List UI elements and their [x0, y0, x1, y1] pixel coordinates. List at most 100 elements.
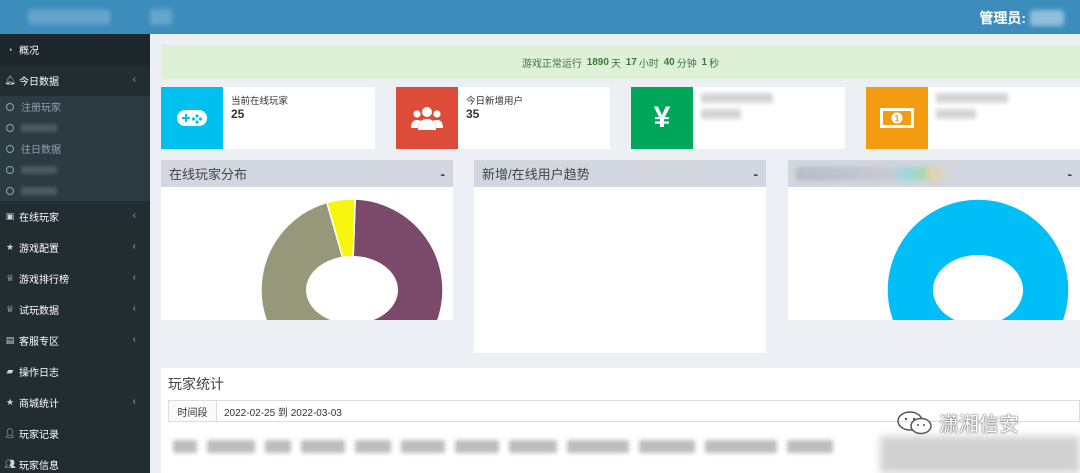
sidebar-item-label: 今日数据: [19, 77, 59, 88]
circle-icon: [6, 123, 14, 132]
sidebar-item-label: 游戏配置: [19, 244, 59, 255]
watermark-text: 潇湘信安: [939, 414, 1019, 436]
sidebar-item-shop-stats[interactable]: ★ 商城统计 ‹: [0, 387, 150, 418]
folder-icon: ▰: [6, 366, 14, 376]
sidebar-item-label: 游戏排行榜: [19, 275, 69, 286]
sidebar-item-online-players[interactable]: ▣ 在线玩家 ‹: [0, 201, 150, 232]
sidebar-item-player-records[interactable]: 👤︎ 玩家记录: [0, 418, 150, 449]
sidebar-item-game-config[interactable]: ★ 游戏配置 ‹: [0, 232, 150, 263]
uptime-days-unit: 天: [610, 58, 621, 70]
redacted-value: [936, 109, 976, 119]
panel-header: -: [788, 160, 1080, 187]
sidebar-toggle[interactable]: [150, 9, 172, 25]
sidebar-item-label: 概况: [19, 46, 39, 57]
sidebar-subitem-hidden-2[interactable]: [0, 159, 150, 180]
uptime-minutes: 40: [663, 56, 675, 68]
star-icon: ★: [5, 397, 15, 407]
uptime-seconds-unit: 秒: [709, 58, 720, 70]
info-box-revenue: ¥: [631, 87, 845, 149]
sidebar-subitem-hidden-3[interactable]: [0, 180, 150, 201]
sidebar-subitem-label: 往日数据: [21, 145, 61, 156]
redacted-label: [21, 123, 57, 132]
date-range-label: 时间段: [169, 401, 217, 421]
chevron-left-icon: ‹: [132, 74, 136, 85]
sidebar-item-leaderboard[interactable]: ♕ 游戏排行榜 ‹: [0, 263, 150, 294]
chart-area: [161, 187, 453, 320]
info-box-value: 25: [231, 107, 245, 121]
info-box-online-players: 当前在线玩家 25: [161, 87, 375, 149]
admin-user-menu[interactable]: 管理员:: [979, 8, 1064, 28]
redacted-donut-chart: [886, 198, 1070, 320]
users-icon: 👥︎: [4, 459, 16, 469]
sidebar: ◔ 概况 🔔︎ 今日数据 ‹ 注册玩家 往日数据 ▣ 在线玩家 ‹ ★ 游戏配置…: [0, 34, 150, 473]
app-logo[interactable]: [28, 10, 110, 24]
sidebar-item-label: 在线玩家: [19, 213, 59, 224]
sidebar-subitem-register[interactable]: 注册玩家: [0, 96, 150, 117]
admin-label: 管理员:: [979, 10, 1026, 26]
inbox-icon: ▤: [5, 335, 15, 345]
sidebar-item-label: 商城统计: [19, 399, 59, 410]
uptime-seconds: 1: [701, 56, 708, 68]
collapse-button[interactable]: -: [1067, 166, 1072, 182]
uptime-notice: 游戏正常运行 1890 天 17 小时 40 分钟 1 秒: [161, 45, 1080, 79]
uptime-minutes-unit: 分钟: [676, 58, 697, 70]
sidebar-item-operation-log[interactable]: ▰ 操作日志: [0, 356, 150, 387]
redacted-label: [936, 93, 1008, 103]
sidebar-subitem-hidden-1[interactable]: [0, 117, 150, 138]
bell-icon: 🔔︎: [4, 75, 16, 85]
redacted-label: [21, 165, 57, 174]
redacted-label: [701, 93, 773, 103]
sidebar-item-label: 试玩数据: [19, 306, 59, 317]
circle-icon: [6, 144, 14, 153]
collapse-button[interactable]: -: [440, 166, 445, 182]
sidebar-item-label: 客服专区: [19, 337, 59, 348]
watermark: 潇湘信安: [895, 408, 1019, 437]
sidebar-item-label: 操作日志: [19, 368, 59, 379]
chevron-left-icon: ‹: [132, 303, 136, 314]
collapse-button[interactable]: -: [753, 166, 758, 182]
redacted-area: [880, 436, 1080, 473]
gamepad-icon: [161, 87, 223, 149]
redacted-label: [21, 186, 57, 195]
sidebar-submenu-today: 注册玩家 往日数据: [0, 96, 150, 201]
dashboard-icon: ◔: [7, 44, 13, 55]
chevron-left-icon: ‹: [132, 210, 136, 221]
panel-header: 新增/在线用户趋势 -: [474, 160, 766, 187]
yen-icon: ¥: [631, 87, 693, 149]
sidebar-item-today[interactable]: 🔔︎ 今日数据 ‹: [0, 65, 150, 96]
info-box-money: 1: [866, 87, 1080, 149]
circle-icon: [6, 186, 14, 195]
admin-name: [1030, 10, 1064, 26]
panel-title: 新增/在线用户趋势: [482, 167, 590, 182]
users-icon: [396, 87, 458, 149]
chart-area: [788, 187, 1080, 320]
chevron-left-icon: ‹: [132, 396, 136, 407]
uptime-hours-unit: 小时: [638, 58, 659, 70]
sidebar-item-trial-data[interactable]: ♕ 试玩数据 ‹: [0, 294, 150, 325]
sidebar-item-overview[interactable]: ◔ 概况: [0, 34, 150, 65]
date-range-value[interactable]: 2022-02-25 到 2022-03-03: [217, 404, 342, 419]
redacted-value: [701, 109, 741, 119]
panel-user-trend: 新增/在线用户趋势 -: [474, 160, 766, 353]
trophy-icon: ♕: [5, 273, 15, 283]
sidebar-subitem-history[interactable]: 往日数据: [0, 138, 150, 159]
info-box-value: 35: [466, 107, 480, 121]
sidebar-item-support[interactable]: ▤ 客服专区 ‹: [0, 325, 150, 356]
circle-icon: [6, 102, 14, 111]
info-box-label: 今日新增用户: [466, 96, 524, 107]
sidebar-item-player-info[interactable]: 👥︎ 玩家信息: [0, 449, 150, 473]
chevron-left-icon: ‹: [132, 272, 136, 283]
sidebar-item-label: 玩家记录: [19, 430, 59, 441]
chevron-left-icon: ‹: [132, 241, 136, 252]
section-title: 玩家统计: [168, 376, 224, 392]
sidebar-item-label: 玩家信息: [19, 461, 59, 472]
top-navbar: 管理员:: [0, 0, 1080, 34]
circle-icon: [6, 165, 14, 174]
wechat-icon: [897, 410, 932, 434]
distribution-donut-chart: [260, 198, 444, 320]
star-icon: ★: [5, 242, 15, 252]
chevron-left-icon: ‹: [132, 334, 136, 345]
sidebar-subitem-label: 注册玩家: [21, 103, 61, 114]
panel-redacted: -: [788, 160, 1080, 320]
panel-title-redacted: [796, 166, 986, 181]
